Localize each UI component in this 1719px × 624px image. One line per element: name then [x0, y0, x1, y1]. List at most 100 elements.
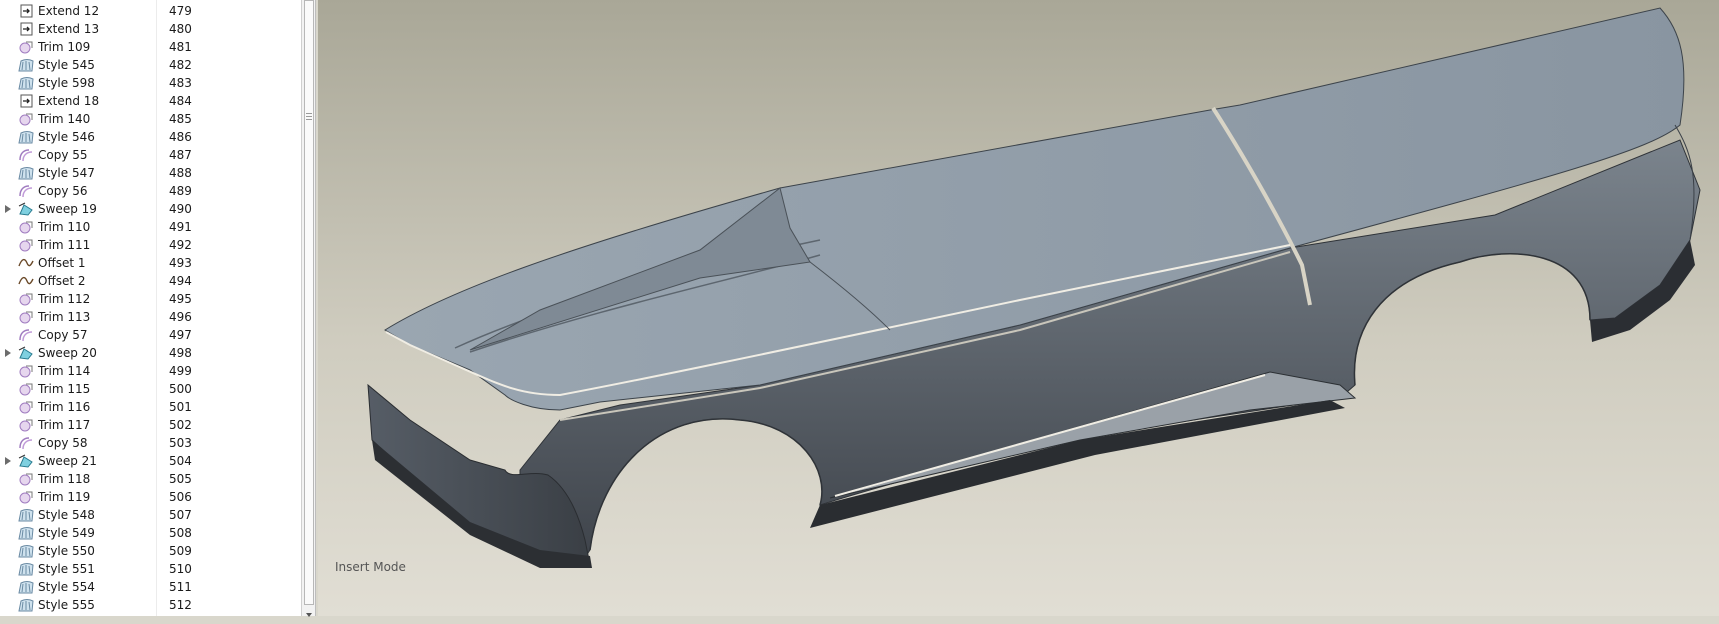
- tree-row[interactable]: Style 548 507: [0, 506, 300, 524]
- feature-id: 481: [169, 40, 192, 54]
- feature-name: Style 547: [38, 166, 95, 180]
- feature-id: 509: [169, 544, 192, 558]
- tree-row[interactable]: Copy 56 489: [0, 182, 300, 200]
- expand-spacer: [4, 254, 14, 272]
- expand-spacer: [4, 20, 14, 38]
- tree-row[interactable]: Copy 58 503: [0, 434, 300, 452]
- feature-name: Sweep 21: [38, 454, 97, 468]
- style-icon: [18, 130, 34, 144]
- trim-icon: [18, 382, 34, 396]
- feature-name: Style 549: [38, 526, 95, 540]
- expand-arrow-icon[interactable]: [4, 452, 14, 470]
- model-tree-panel: Extend 12 479 Extend 13 480 Trim 109 481 Style…: [0, 0, 301, 616]
- expand-spacer: [4, 308, 14, 326]
- feature-name: Trim 140: [38, 112, 91, 126]
- graphics-viewport[interactable]: [318, 0, 1719, 616]
- expand-spacer: [4, 128, 14, 146]
- style-icon: [18, 58, 34, 72]
- style-icon: [18, 598, 34, 612]
- expand-spacer: [4, 236, 14, 254]
- expand-spacer: [4, 146, 14, 164]
- expand-spacer: [4, 290, 14, 308]
- expand-arrow-icon[interactable]: [4, 344, 14, 362]
- expand-spacer: [4, 578, 14, 596]
- tree-row[interactable]: Offset 2 494: [0, 272, 300, 290]
- feature-id: 480: [169, 22, 192, 36]
- style-icon: [18, 166, 34, 180]
- feature-id: 510: [169, 562, 192, 576]
- expand-spacer: [4, 560, 14, 578]
- style-icon: [18, 544, 34, 558]
- tree-row[interactable]: Trim 117 502: [0, 416, 300, 434]
- tree-row[interactable]: Copy 55 487: [0, 146, 300, 164]
- tree-row[interactable]: Extend 13 480: [0, 20, 300, 38]
- feature-id: 505: [169, 472, 192, 486]
- tree-row[interactable]: Trim 115 500: [0, 380, 300, 398]
- feature-name: Copy 58: [38, 436, 88, 450]
- feature-name: Trim 116: [38, 400, 91, 414]
- expand-arrow-icon[interactable]: [4, 200, 14, 218]
- feature-id: 482: [169, 58, 192, 72]
- tree-row[interactable]: Style 551 510: [0, 560, 300, 578]
- expand-spacer: [4, 164, 14, 182]
- tree-row[interactable]: Style 554 511: [0, 578, 300, 596]
- tree-row[interactable]: Extend 12 479: [0, 2, 300, 20]
- tree-row[interactable]: Sweep 20 498: [0, 344, 300, 362]
- feature-id: 500: [169, 382, 192, 396]
- feature-id: 490: [169, 202, 192, 216]
- tree-row[interactable]: Trim 111 492: [0, 236, 300, 254]
- expand-spacer: [4, 74, 14, 92]
- expand-spacer: [4, 92, 14, 110]
- tree-row[interactable]: Sweep 19 490: [0, 200, 300, 218]
- tree-row[interactable]: Sweep 21 504: [0, 452, 300, 470]
- tree-row[interactable]: Style 550 509: [0, 542, 300, 560]
- tree-row[interactable]: Style 555 512: [0, 596, 300, 614]
- extend-icon: [18, 94, 34, 108]
- tree-row[interactable]: Trim 109 481: [0, 38, 300, 56]
- tree-row[interactable]: Style 545 482: [0, 56, 300, 74]
- feature-id: 489: [169, 184, 192, 198]
- tree-row[interactable]: Offset 1 493: [0, 254, 300, 272]
- tree-row[interactable]: Trim 140 485: [0, 110, 300, 128]
- tree-row[interactable]: Trim 118 505: [0, 470, 300, 488]
- expand-spacer: [4, 38, 14, 56]
- tree-row[interactable]: Style 549 508: [0, 524, 300, 542]
- tree-row[interactable]: Style 598 483: [0, 74, 300, 92]
- tree-row[interactable]: Copy 57 497: [0, 326, 300, 344]
- feature-name: Trim 114: [38, 364, 91, 378]
- trim-icon: [18, 490, 34, 504]
- expand-spacer: [4, 470, 14, 488]
- tree-scrollbar[interactable]: [301, 0, 316, 617]
- tree-row[interactable]: Trim 114 499: [0, 362, 300, 380]
- style-icon: [18, 508, 34, 522]
- tree-row[interactable]: Style 547 488: [0, 164, 300, 182]
- tree-row[interactable]: Trim 116 501: [0, 398, 300, 416]
- tree-row[interactable]: Style 546 486: [0, 128, 300, 146]
- feature-id: 502: [169, 418, 192, 432]
- tree-row[interactable]: Trim 113 496: [0, 308, 300, 326]
- feature-name: Extend 12: [38, 4, 100, 18]
- sweep-icon: [18, 202, 34, 216]
- tree-row[interactable]: Trim 110 491: [0, 218, 300, 236]
- tree-row[interactable]: Trim 112 495: [0, 290, 300, 308]
- tree-row[interactable]: Extend 18 484: [0, 92, 300, 110]
- feature-id: 485: [169, 112, 192, 126]
- expand-spacer: [4, 2, 14, 20]
- expand-spacer: [4, 272, 14, 290]
- expand-spacer: [4, 218, 14, 236]
- trim-icon: [18, 364, 34, 378]
- feature-id: 504: [169, 454, 192, 468]
- expand-spacer: [4, 488, 14, 506]
- tree-row[interactable]: Trim 119 506: [0, 488, 300, 506]
- scroll-down-arrow-icon[interactable]: [304, 605, 314, 617]
- car-body-model[interactable]: [318, 0, 1719, 616]
- feature-name: Extend 18: [38, 94, 100, 108]
- feature-id: 499: [169, 364, 192, 378]
- scrollbar-thumb[interactable]: [304, 0, 314, 605]
- feature-id: 492: [169, 238, 192, 252]
- sweep-icon: [18, 346, 34, 360]
- expand-spacer: [4, 362, 14, 380]
- feature-name: Trim 119: [38, 490, 91, 504]
- feature-name: Trim 118: [38, 472, 91, 486]
- feature-name: Copy 56: [38, 184, 88, 198]
